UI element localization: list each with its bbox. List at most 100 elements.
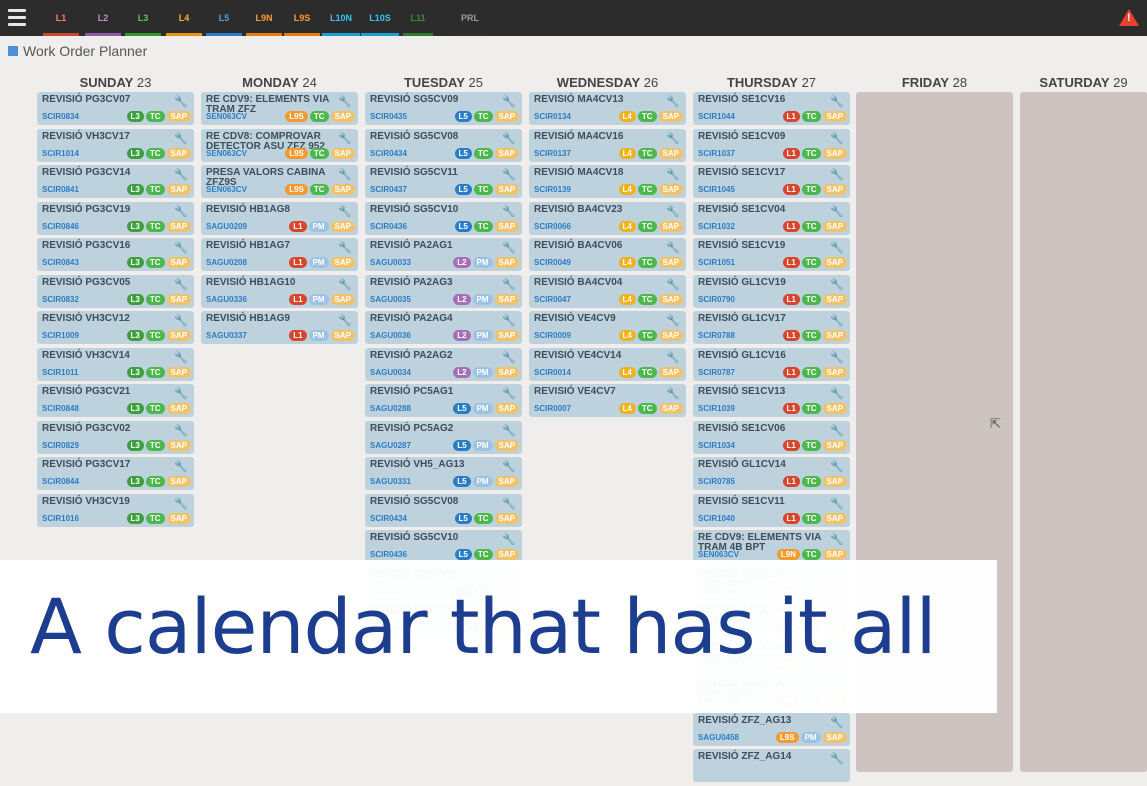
wrench-icon[interactable]: 🔧 [338, 95, 352, 108]
wrench-icon[interactable]: 🔧 [502, 314, 516, 327]
work-order-card[interactable]: REVISIÓ MA4CV18 SCIR0139 🔧 L4 TC SAP [529, 165, 686, 198]
wrench-icon[interactable]: 🔧 [830, 205, 844, 218]
work-order-card[interactable]: REVISIÓ SG5CV10 SCIR0436 🔧 L5 TC SAP [365, 530, 522, 563]
wrench-icon[interactable]: 🔧 [338, 278, 352, 291]
work-order-card[interactable]: REVISIÓ VH5_AG13 SAGU0331 🔧 L5 PM SAP [365, 457, 522, 490]
wrench-icon[interactable]: 🔧 [174, 351, 188, 364]
work-order-card[interactable]: REVISIÓ HB1AG7 SAGU0208 🔧 L1 PM SAP [201, 238, 358, 271]
work-order-card[interactable]: REVISIÓ HB1AG10 SAGU0336 🔧 L1 PM SAP [201, 274, 358, 308]
work-order-card[interactable]: RE CDV9: ELEMENTS VIA TRAM 4B BPT SEN063C… [693, 530, 850, 563]
tab-l10n[interactable]: L10N [322, 0, 360, 36]
work-order-card[interactable]: REVISIÓ PA2AG2 SAGU0034 🔧 L2 PM SAP [365, 347, 522, 381]
wrench-icon[interactable]: 🔧 [502, 132, 516, 145]
work-order-card[interactable]: REVISIÓ BA4CV06 SCIR0049 🔧 L4 TC SAP [529, 238, 686, 271]
work-order-card[interactable]: REVISIÓ PA2AG4 SAGU0036 🔧 L2 PM SAP [365, 311, 522, 344]
hamburger-menu-icon[interactable] [8, 9, 26, 27]
wrench-icon[interactable]: 🔧 [502, 460, 516, 473]
wrench-icon[interactable]: 🔧 [502, 168, 516, 181]
work-order-card[interactable]: REVISIÓ VE4CV7 SCIR0007 🔧 L4 TC SAP [529, 384, 686, 417]
wrench-icon[interactable]: 🔧 [174, 387, 188, 400]
wrench-icon[interactable]: 🔧 [830, 95, 844, 108]
tab-l4[interactable]: L4 [166, 0, 202, 36]
tab-l9n[interactable]: L9N [246, 0, 282, 36]
wrench-icon[interactable]: 🔧 [174, 424, 188, 437]
work-order-card[interactable]: REVISIÓ PG3CV02 SCIR0829 🔧 L3 TC SAP [37, 420, 194, 454]
wrench-icon[interactable]: 🔧 [666, 314, 680, 327]
wrench-icon[interactable]: 🔧 [338, 132, 352, 145]
work-order-card[interactable]: RE CDV8: COMPROVAR DETECTOR ASU ZFZ 952 S… [201, 128, 358, 162]
work-order-card[interactable]: REVISIÓ ZFZ_AG14 🔧 [693, 749, 850, 782]
wrench-icon[interactable]: 🔧 [174, 95, 188, 108]
work-order-card[interactable]: REVISIÓ PG3CV19 SCIR0846 🔧 L3 TC SAP [37, 201, 194, 235]
tab-l9s[interactable]: L9S [284, 0, 320, 36]
wrench-icon[interactable]: 🔧 [830, 497, 844, 510]
wrench-icon[interactable]: 🔧 [830, 533, 844, 546]
wrench-icon[interactable]: 🔧 [666, 95, 680, 108]
saturday-column[interactable] [1020, 92, 1147, 772]
tab-l11[interactable]: L11 [403, 0, 433, 36]
wrench-icon[interactable]: 🔧 [174, 205, 188, 218]
work-order-card[interactable]: REVISIÓ PG3CV17 SCIR0844 🔧 L3 TC SAP [37, 457, 194, 490]
work-order-card[interactable]: REVISIÓ PA2AG1 SAGU0033 🔧 L2 PM SAP [365, 238, 522, 271]
wrench-icon[interactable]: 🔧 [502, 424, 516, 437]
wrench-icon[interactable]: 🔧 [174, 314, 188, 327]
wrench-icon[interactable]: 🔧 [830, 278, 844, 291]
wrench-icon[interactable]: 🔧 [830, 716, 844, 729]
wrench-icon[interactable]: 🔧 [666, 278, 680, 291]
wrench-icon[interactable]: 🔧 [830, 132, 844, 145]
wrench-icon[interactable]: 🔧 [174, 241, 188, 254]
work-order-card[interactable]: REVISIÓ SE1CV17 SCIR1045 🔧 L1 TC SAP [693, 165, 850, 198]
tab-l10s[interactable]: L10S [361, 0, 399, 36]
work-order-card[interactable]: REVISIÓ VH3CV12 SCIR1009 🔧 L3 TC SAP [37, 311, 194, 344]
work-order-card[interactable]: REVISIÓ GL1CV19 SCIR0790 🔧 L1 TC SAP [693, 274, 850, 308]
work-order-card[interactable]: REVISIÓ HB1AG9 SAGU0337 🔧 L1 PM SAP [201, 311, 358, 344]
work-order-card[interactable]: REVISIÓ VE4CV14 SCIR0014 🔧 L4 TC SAP [529, 347, 686, 381]
work-order-card[interactable]: REVISIÓ VH3CV17 SCIR1014 🔧 L3 TC SAP [37, 128, 194, 162]
work-order-card[interactable]: REVISIÓ VH3CV19 SCIR1016 🔧 L3 TC SAP [37, 493, 194, 527]
wrench-icon[interactable]: 🔧 [502, 387, 516, 400]
wrench-icon[interactable]: 🔧 [666, 387, 680, 400]
wrench-icon[interactable]: 🔧 [174, 497, 188, 510]
wrench-icon[interactable]: 🔧 [502, 278, 516, 291]
work-order-card[interactable]: REVISIÓ PC5AG1 SAGU0288 🔧 L5 PM SAP [365, 384, 522, 417]
wrench-icon[interactable]: 🔧 [830, 314, 844, 327]
wrench-icon[interactable]: 🔧 [830, 424, 844, 437]
wrench-icon[interactable]: 🔧 [502, 497, 516, 510]
tab-l3[interactable]: L3 [125, 0, 161, 36]
work-order-card[interactable]: REVISIÓ BA4CV04 SCIR0047 🔧 L4 TC SAP [529, 274, 686, 308]
work-order-card[interactable]: RE CDV9: ELEMENTS VIA TRAM ZFZ SEN063CV 🔧 L… [201, 92, 358, 125]
work-order-card[interactable]: REVISIÓ MA4CV16 SCIR0137 🔧 L4 TC SAP [529, 128, 686, 162]
work-order-card[interactable]: REVISIÓ SE1CV11 SCIR1040 🔧 L1 TC SAP [693, 493, 850, 527]
wrench-icon[interactable]: 🔧 [830, 351, 844, 364]
work-order-card[interactable]: REVISIÓ PG3CV14 SCIR0841 🔧 L3 TC SAP [37, 165, 194, 198]
work-order-card[interactable]: REVISIÓ VH3CV14 SCIR1011 🔧 L3 TC SAP [37, 347, 194, 381]
work-order-card[interactable]: REVISIÓ BA4CV23 SCIR0066 🔧 L4 TC SAP [529, 201, 686, 235]
work-order-card[interactable]: REVISIÓ SE1CV09 SCIR1037 🔧 L1 TC SAP [693, 128, 850, 162]
work-order-card[interactable]: REVISIÓ SG5CV08 SCIR0434 🔧 L5 TC SAP [365, 493, 522, 527]
work-order-card[interactable]: REVISIÓ SE1CV16 SCIR1044 🔧 L1 TC SAP [693, 92, 850, 125]
wrench-icon[interactable]: 🔧 [174, 460, 188, 473]
work-order-card[interactable]: REVISIÓ HB1AG8 SAGU0209 🔧 L1 PM SAP [201, 201, 358, 235]
wrench-icon[interactable]: 🔧 [338, 241, 352, 254]
wrench-icon[interactable]: 🔧 [830, 241, 844, 254]
wrench-icon[interactable]: 🔧 [174, 168, 188, 181]
tab-l1[interactable]: L1 [43, 0, 79, 36]
wrench-icon[interactable]: 🔧 [338, 168, 352, 181]
work-order-card[interactable]: REVISIÓ SE1CV19 SCIR1051 🔧 L1 TC SAP [693, 238, 850, 271]
work-order-card[interactable]: REVISIÓ PG3CV16 SCIR0843 🔧 L3 TC SAP [37, 238, 194, 271]
work-order-card[interactable]: REVISIÓ SE1CV06 SCIR1034 🔧 L1 TC SAP [693, 420, 850, 454]
work-order-card[interactable]: REVISIÓ GL1CV14 SCIR0785 🔧 L1 TC SAP [693, 457, 850, 490]
work-order-card[interactable]: REVISIÓ SE1CV13 SCIR1039 🔧 L1 TC SAP [693, 384, 850, 417]
work-order-card[interactable]: REVISIÓ SG5CV10 SCIR0436 🔧 L5 TC SAP [365, 201, 522, 235]
work-order-card[interactable]: REVISIÓ PA2AG3 SAGU0035 🔧 L2 PM SAP [365, 274, 522, 308]
wrench-icon[interactable]: 🔧 [174, 132, 188, 145]
work-order-card[interactable]: REVISIÓ PC5AG2 SAGU0287 🔧 L5 PM SAP [365, 420, 522, 454]
work-order-card[interactable]: REVISIÓ PG3CV21 SCIR0848 🔧 L3 TC SAP [37, 384, 194, 417]
wrench-icon[interactable]: 🔧 [338, 205, 352, 218]
work-order-card[interactable]: REVISIÓ ZFZ_AG13 SAGU0458 🔧 L9S PM SAP [693, 712, 850, 746]
wrench-icon[interactable]: 🔧 [666, 351, 680, 364]
work-order-card[interactable]: REVISIÓ GL1CV17 SCIR0788 🔧 L1 TC SAP [693, 311, 850, 344]
work-order-card[interactable]: REVISIÓ SG5CV09 SCIR0435 🔧 L5TCSAP [365, 92, 522, 125]
work-order-card[interactable]: REVISIÓ PG3CV07 SCIR0834 🔧 L3 TC SAP [37, 92, 194, 125]
wrench-icon[interactable]: 🔧 [338, 314, 352, 327]
